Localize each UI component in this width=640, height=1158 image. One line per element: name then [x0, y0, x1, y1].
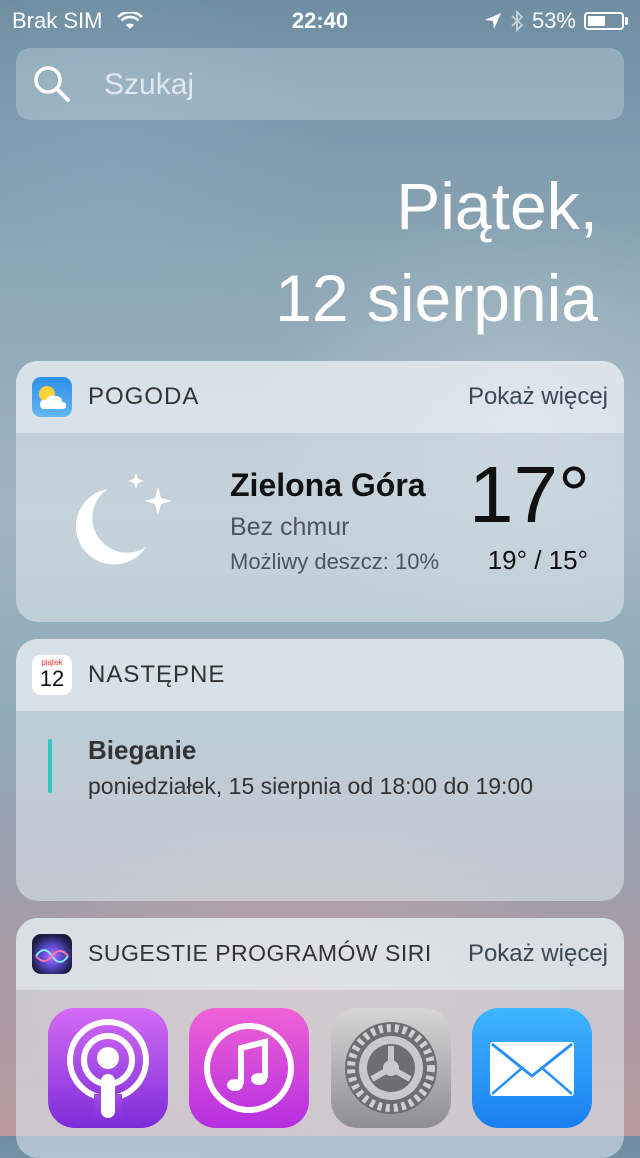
status-right: 53% [484, 8, 628, 34]
siri-widget-header: SUGESTIE PROGRAMÓW SIRI Pokaż więcej [16, 918, 624, 990]
date-display: Piątek, 12 sierpnia [275, 160, 598, 344]
weather-rain-chance: Możliwy deszcz: 10% [230, 549, 440, 574]
up-next-widget[interactable]: piątek 12 NASTĘPNE Bieganie poniedziałek… [16, 639, 624, 901]
search-icon [34, 66, 70, 102]
search-bar[interactable]: Szukaj [16, 48, 624, 120]
date-day: Piątek, [396, 169, 598, 243]
event-time: poniedziałek, 15 sierpnia od 18:00 do 19… [88, 773, 534, 799]
weather-widget-title: POGODA [88, 383, 200, 410]
weather-app-icon [32, 377, 72, 417]
up-next-widget-title: NASTĘPNE [88, 661, 226, 688]
event-color-bar [48, 739, 52, 793]
calendar-app-icon: piątek 12 [32, 655, 72, 695]
weather-high-low: 19° / 15° [487, 545, 588, 575]
weather-widget-header: POGODA Pokaż więcej [16, 361, 624, 433]
weather-condition: Bez chmur [230, 513, 350, 541]
settings-icon[interactable] [331, 1008, 451, 1128]
battery-icon [584, 12, 628, 30]
event-title[interactable]: Bieganie [88, 735, 196, 766]
weather-show-more-button[interactable]: Pokaż więcej [468, 383, 608, 411]
weather-city: Zielona Góra [230, 467, 426, 503]
battery-percent: 53% [531, 8, 576, 33]
weather-widget[interactable]: POGODA Pokaż więcej Zielona Góra Bez chm… [16, 361, 624, 622]
siri-show-more-button[interactable]: Pokaż więcej [468, 940, 608, 968]
siri-suggestions-widget[interactable]: SUGESTIE PROGRAMÓW SIRI Pokaż więcej [16, 918, 624, 1158]
calendar-icon-date: 12 [39, 666, 65, 691]
mail-icon[interactable] [472, 1008, 592, 1128]
siri-icon [32, 934, 72, 974]
podcasts-icon[interactable] [48, 1008, 168, 1128]
weather-temperature: 17° [469, 450, 590, 539]
status-bar: Brak SIM 22:40 53% [0, 0, 640, 40]
bluetooth-icon [511, 10, 524, 32]
battery-fill [588, 16, 605, 26]
moon-stars-icon [75, 473, 172, 565]
location-arrow-icon [484, 13, 501, 29]
date-month: 12 sierpnia [275, 261, 598, 335]
up-next-widget-header: piątek 12 NASTĘPNE [16, 639, 624, 711]
search-placeholder[interactable]: Szukaj [104, 68, 194, 102]
itunes-store-icon[interactable] [189, 1008, 309, 1128]
siri-widget-title: SUGESTIE PROGRAMÓW SIRI [88, 940, 432, 966]
